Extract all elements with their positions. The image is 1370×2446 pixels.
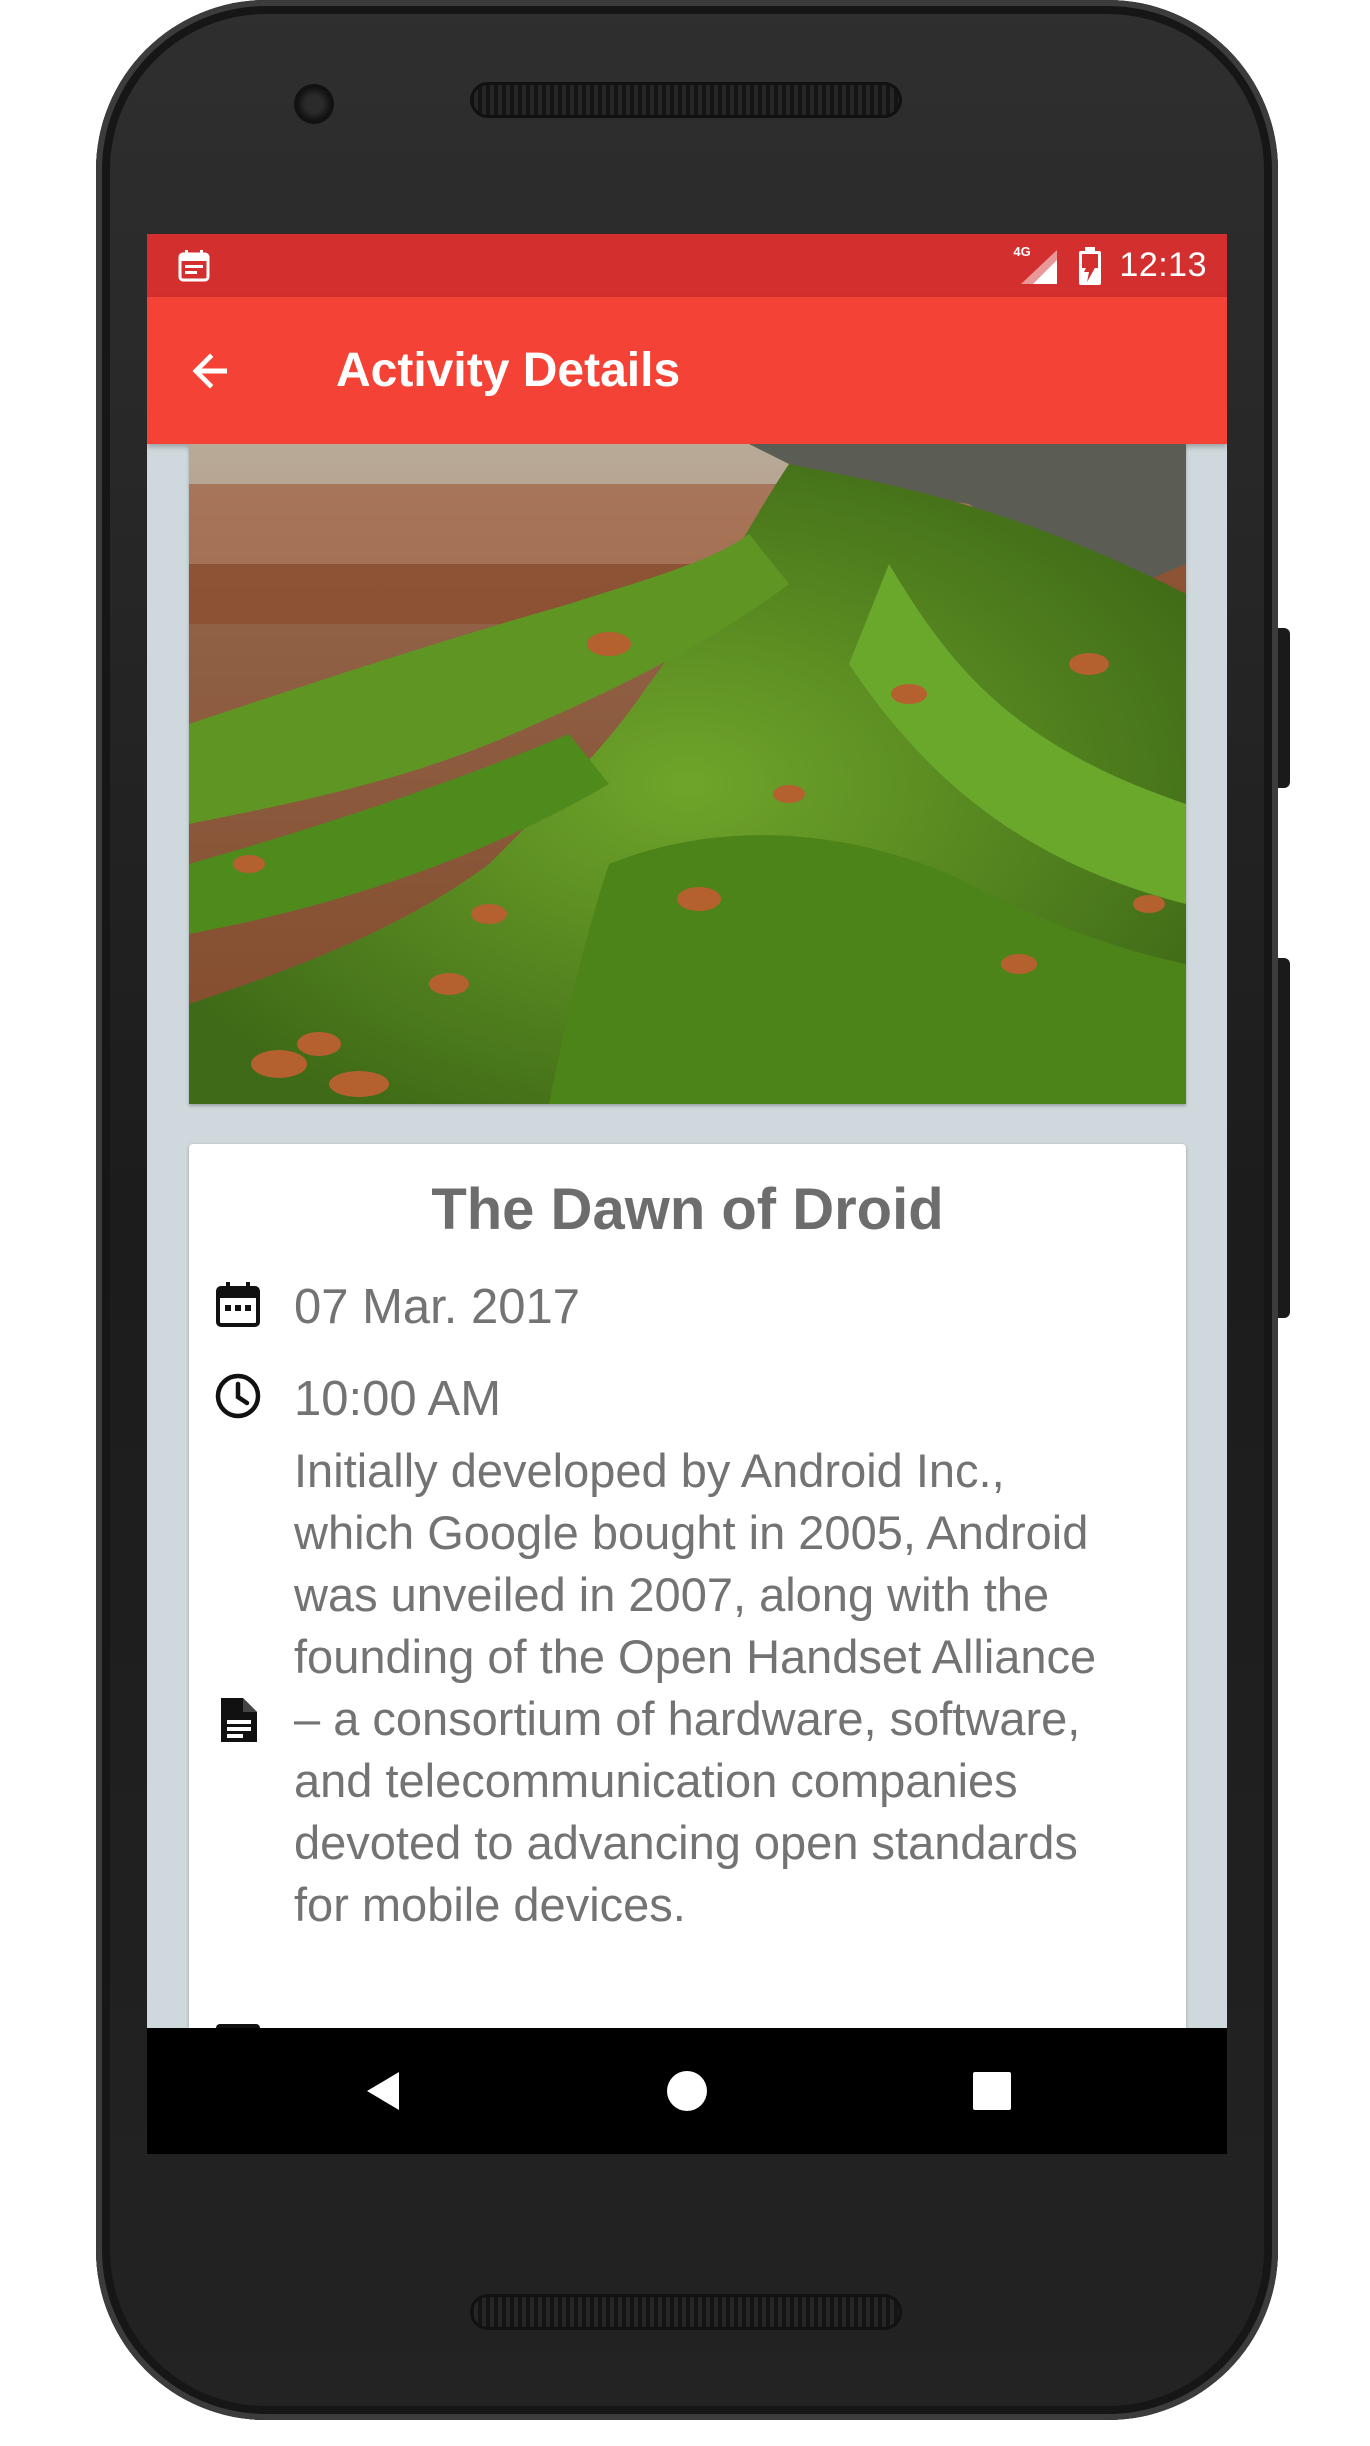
network-type-label: 4G (1013, 243, 1031, 259)
activity-time: 10:00 AM (294, 1372, 502, 1426)
status-clock: 12:13 (1119, 246, 1207, 284)
power-button (1278, 628, 1290, 788)
screen: 4G 12:13 Activity Details The Dawn of Dr… (147, 234, 1227, 2154)
battery-charging-icon (1079, 246, 1102, 285)
square-recents-icon[interactable] (967, 2066, 1017, 2116)
activity-phone[interactable]: +91 9651212121 (294, 2016, 663, 2028)
page-title: Activity Details (336, 344, 681, 397)
status-icons: 4G 12:13 (1013, 234, 1207, 297)
activity-title: The Dawn of Droid (431, 1177, 944, 1242)
bottom-speaker (470, 2294, 902, 2330)
clock-icon (215, 1373, 261, 1419)
activity-description: Initially developed by Android Inc., whi… (294, 1444, 1097, 1931)
status-bar: 4G 12:13 (147, 234, 1227, 297)
calendar-notification-icon (178, 250, 210, 282)
contact-card-icon (216, 2024, 260, 2028)
activity-hero-image (189, 444, 1186, 1104)
system-nav-bar (147, 2028, 1227, 2154)
scroll-content[interactable]: The Dawn of Droid 07 Mar. 2017 10:00 AM (147, 444, 1227, 2028)
app-bar: Activity Details (147, 297, 1227, 444)
arrow-back-icon[interactable] (187, 347, 235, 395)
signal-indicator: 4G (1013, 243, 1061, 286)
moss-roots-illustration (189, 444, 1186, 1104)
volume-button (1278, 958, 1290, 1318)
circle-home-icon[interactable] (662, 2066, 712, 2116)
activity-date: 07 Mar. 2017 (294, 1280, 581, 1334)
calendar-icon (216, 1282, 260, 1327)
front-camera (294, 84, 334, 124)
document-icon (221, 1698, 257, 1742)
earpiece-speaker (470, 82, 902, 118)
activity-detail-card: The Dawn of Droid 07 Mar. 2017 10:00 AM (189, 1144, 1186, 2028)
triangle-back-icon[interactable] (359, 2066, 409, 2116)
